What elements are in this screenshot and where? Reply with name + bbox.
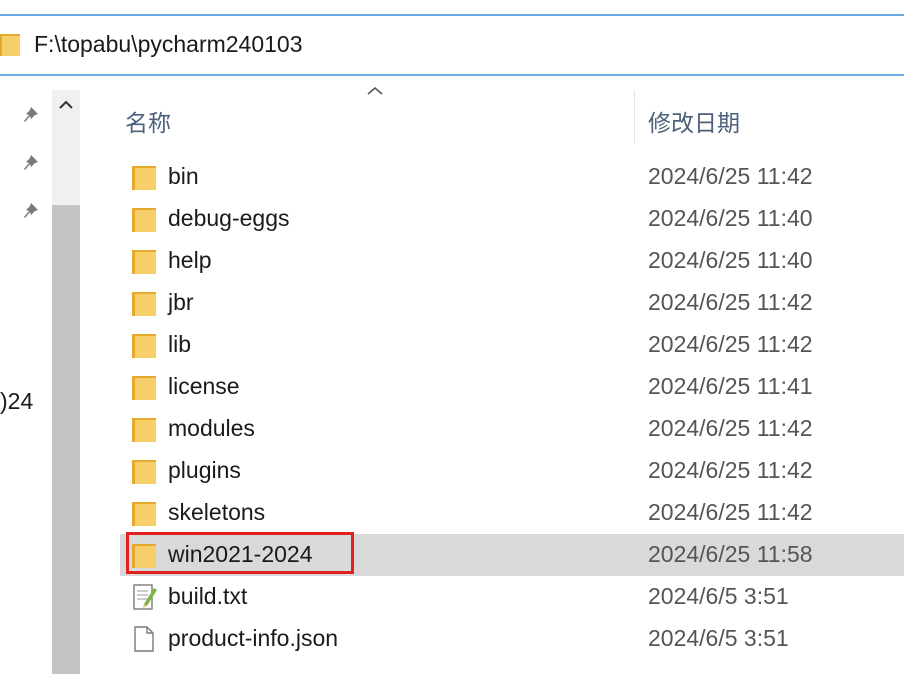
folder-icon (132, 418, 156, 442)
folder-icon (132, 208, 156, 232)
file-name: debug-eggs (168, 205, 290, 231)
file-name: license (168, 373, 240, 399)
chevron-up-icon (59, 100, 73, 109)
file-name: build.txt (168, 583, 248, 609)
folder-icon (132, 166, 156, 190)
address-bar-bottom-border (0, 74, 904, 76)
text-file-icon (133, 584, 157, 610)
file-name: help (168, 247, 212, 273)
pin-icon[interactable] (22, 200, 44, 222)
file-icon (134, 626, 154, 652)
scroll-up-button[interactable] (52, 90, 80, 122)
file-name: modules (168, 415, 255, 441)
file-date: 2024/6/25 11:42 (648, 499, 813, 525)
file-date: 2024/6/25 11:40 (648, 205, 813, 231)
file-date: 2024/6/25 11:40 (648, 247, 813, 273)
column-divider[interactable] (634, 90, 635, 144)
column-header-date-modified[interactable]: 修改日期 (648, 104, 740, 138)
file-date: 2024/6/25 11:42 (648, 457, 813, 483)
file-name: jbr (168, 289, 194, 315)
file-row[interactable]: lib 2024/6/25 11:42 (120, 324, 904, 366)
file-row[interactable]: debug-eggs 2024/6/25 11:40 (120, 198, 904, 240)
file-row[interactable]: build.txt 2024/6/5 3:51 (120, 576, 904, 618)
file-row[interactable]: help 2024/6/25 11:40 (120, 240, 904, 282)
nav-scrollbar-thumb[interactable] (52, 205, 80, 674)
file-date: 2024/6/25 11:42 (648, 415, 813, 441)
file-name: plugins (168, 457, 241, 483)
folder-icon (132, 292, 156, 316)
file-date: 2024/6/25 11:42 (648, 289, 813, 315)
pin-icon[interactable] (22, 104, 44, 126)
file-date: 2024/6/25 11:58 (648, 541, 813, 567)
file-name: skeletons (168, 499, 266, 525)
folder-icon (0, 34, 20, 56)
folder-icon (132, 334, 156, 358)
file-date: 2024/6/5 3:51 (648, 625, 789, 651)
pin-icon[interactable] (22, 152, 44, 174)
folder-icon (132, 502, 156, 526)
column-header-name[interactable]: 名称 (125, 104, 171, 138)
red-highlight-box (126, 532, 354, 574)
file-row[interactable]: skeletons 2024/6/25 11:42 (120, 492, 904, 534)
file-row[interactable]: jbr 2024/6/25 11:42 (120, 282, 904, 324)
file-date: 2024/6/25 11:42 (648, 331, 813, 357)
file-row[interactable]: modules 2024/6/25 11:42 (120, 408, 904, 450)
file-date: 2024/6/5 3:51 (648, 583, 789, 609)
folder-icon (132, 250, 156, 274)
file-date: 2024/6/25 11:41 (648, 373, 813, 399)
file-name: lib (168, 331, 192, 357)
folder-icon (132, 376, 156, 400)
file-row[interactable]: plugins 2024/6/25 11:42 (120, 450, 904, 492)
sort-ascending-icon (367, 86, 383, 95)
folder-icon (132, 460, 156, 484)
address-path[interactable]: F:\topabu\pycharm240103 (34, 31, 303, 58)
file-date: 2024/6/25 11:42 (648, 163, 813, 189)
nav-item-partial-label[interactable]: )24 (0, 388, 33, 415)
file-name: bin (168, 163, 199, 189)
file-row[interactable]: product-info.json 2024/6/5 3:51 (120, 618, 904, 660)
file-row[interactable]: bin 2024/6/25 11:42 (120, 156, 904, 198)
file-name: product-info.json (168, 625, 339, 651)
file-row[interactable]: license 2024/6/25 11:41 (120, 366, 904, 408)
